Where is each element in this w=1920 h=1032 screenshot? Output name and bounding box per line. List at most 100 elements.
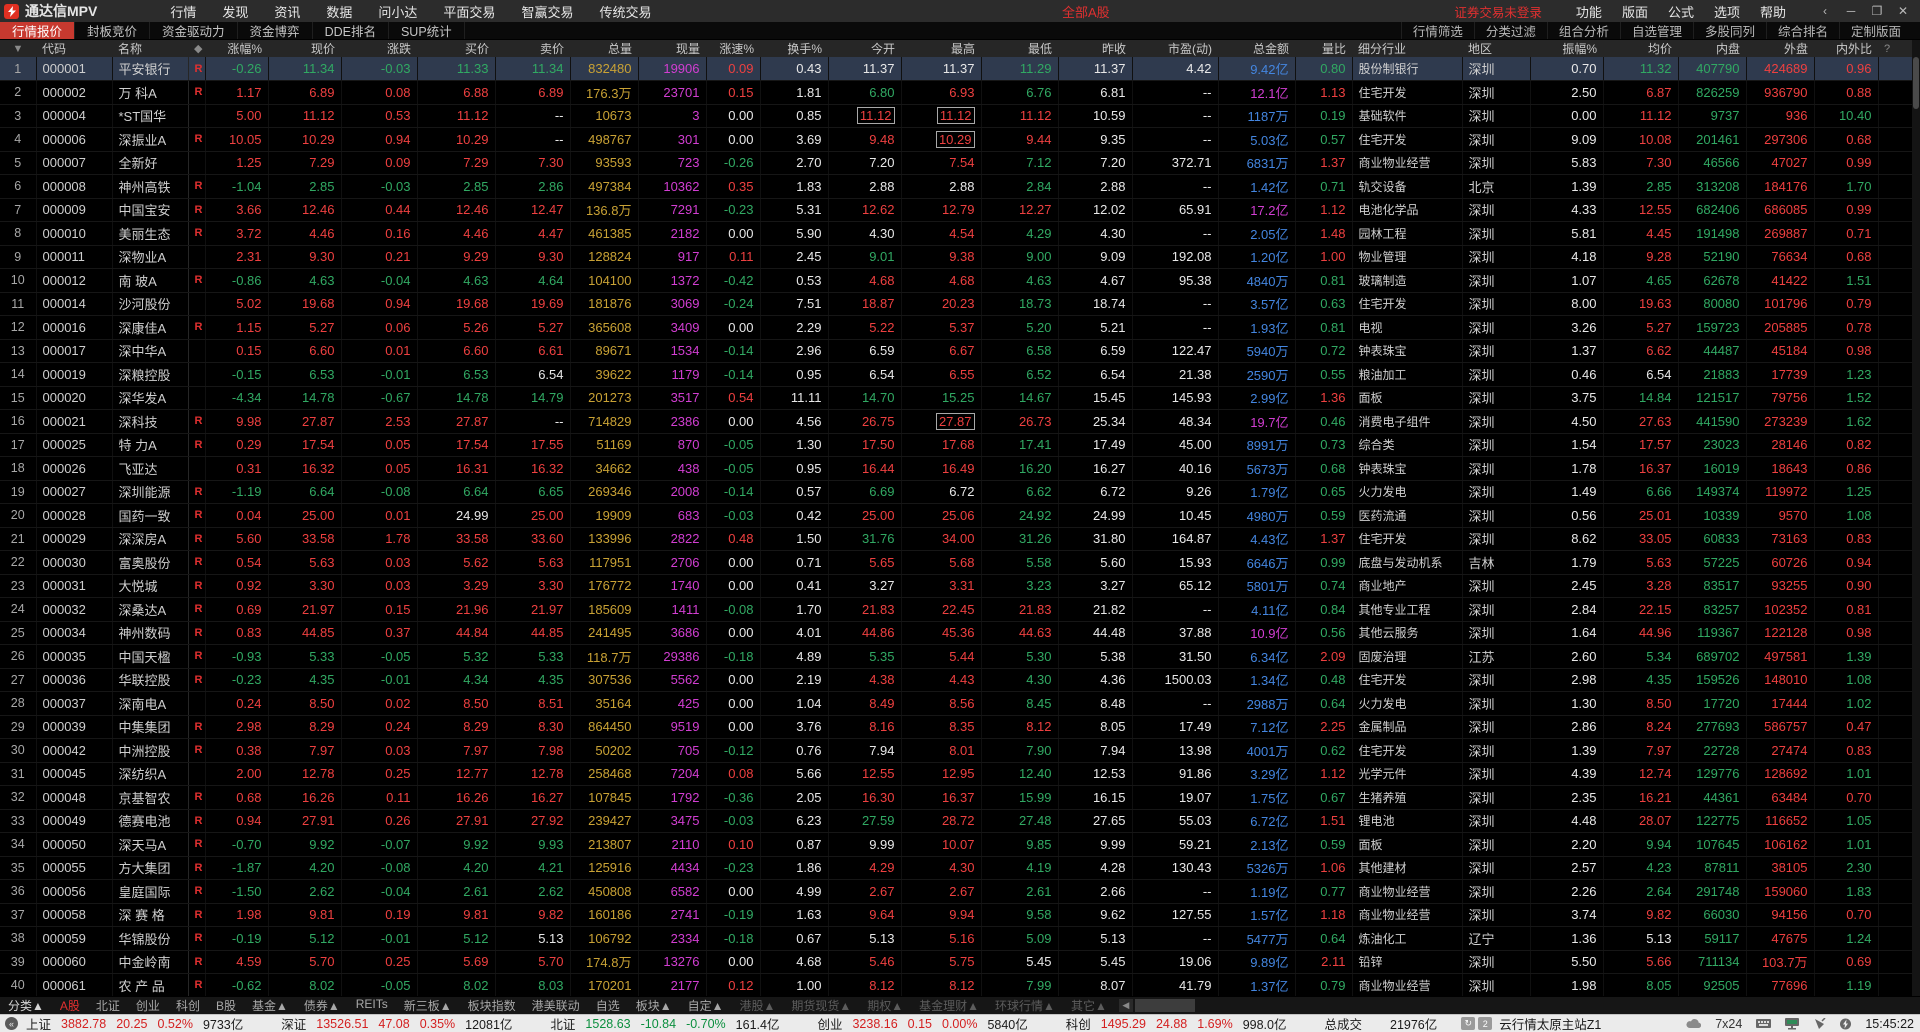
bottom-tab-6[interactable]: 基金▲ bbox=[244, 997, 296, 1014]
tab-2[interactable]: 资金驱动力 bbox=[150, 22, 238, 39]
header-volume[interactable]: 总量 bbox=[570, 40, 638, 57]
close-icon[interactable]: ✕ bbox=[1892, 4, 1914, 18]
bottom-tab-12[interactable]: 自选 bbox=[588, 997, 628, 1014]
header-filler[interactable]: ? bbox=[1878, 40, 1912, 57]
bottom-tab-8[interactable]: REITs bbox=[348, 997, 396, 1014]
table-row[interactable]: 7000009中国宝安R3.6612.460.4412.4612.47136.8… bbox=[0, 198, 1912, 222]
tool-1[interactable]: 分类过滤 bbox=[1474, 22, 1547, 39]
header-r-flag[interactable]: ◆ bbox=[188, 40, 205, 57]
header-inout-ratio[interactable]: 内外比 bbox=[1814, 40, 1878, 57]
bottom-tab-16[interactable]: 期货现货▲ bbox=[783, 997, 859, 1014]
header-ask[interactable]: 卖价 bbox=[495, 40, 570, 57]
table-row[interactable]: 37000058深 赛 格R1.989.810.199.819.82160186… bbox=[0, 903, 1912, 927]
table-row[interactable]: 15000020深华发A-4.3414.78-0.6714.7814.79201… bbox=[0, 386, 1912, 410]
bottom-tab-9[interactable]: 新三板▲ bbox=[396, 997, 460, 1014]
header-index[interactable]: ▼ bbox=[0, 40, 36, 57]
table-row[interactable]: 32000048京基智农R0.6816.260.1116.2616.271078… bbox=[0, 786, 1912, 810]
header-low[interactable]: 最低 bbox=[981, 40, 1058, 57]
table-row[interactable]: 4000006深振业AR10.0510.290.9410.29--4987673… bbox=[0, 128, 1912, 152]
bottom-tab-17[interactable]: 期权▲ bbox=[859, 997, 911, 1014]
speed-bolt-icon[interactable] bbox=[1840, 1018, 1851, 1030]
table-row[interactable]: 33000049德赛电池R0.9427.910.2627.9127.922394… bbox=[0, 809, 1912, 833]
table-row[interactable]: 8000010美丽生态R3.724.460.164.464.4746138521… bbox=[0, 222, 1912, 246]
table-row[interactable]: 19000027深圳能源R-1.196.64-0.086.646.6526934… bbox=[0, 480, 1912, 504]
table-row[interactable]: 40000061农 产 品R-0.628.02-0.058.028.031702… bbox=[0, 974, 1912, 998]
header-cur-volume[interactable]: 现量 bbox=[638, 40, 706, 57]
header-change[interactable]: 涨跌 bbox=[341, 40, 417, 57]
tab-0[interactable]: 行情报价 bbox=[0, 22, 75, 39]
bottom-tab-18[interactable]: 基金理财▲ bbox=[911, 997, 987, 1014]
table-row[interactable]: 17000025特 力AR0.2917.540.0517.5417.555116… bbox=[0, 433, 1912, 457]
table-row[interactable]: 25000034神州数码R0.8344.850.3744.8444.852414… bbox=[0, 621, 1912, 645]
header-speed[interactable]: 涨速% bbox=[706, 40, 760, 57]
menu-2[interactable]: 资讯 bbox=[261, 2, 313, 21]
index-4[interactable]: 科创1495.29 24.881.69% 998.0亿 bbox=[1066, 1014, 1287, 1032]
tab-4[interactable]: DDE排名 bbox=[313, 22, 389, 39]
monitor-icon[interactable] bbox=[1785, 1018, 1799, 1030]
tab-3[interactable]: 资金博弈 bbox=[238, 22, 313, 39]
table-row[interactable]: 29000039中集集团R2.988.290.248.298.308644509… bbox=[0, 715, 1912, 739]
bottom-tab-3[interactable]: 创业 bbox=[128, 997, 168, 1014]
bottom-tab-14[interactable]: 自定▲ bbox=[680, 997, 732, 1014]
header-prev-close[interactable]: 昨收 bbox=[1058, 40, 1132, 57]
tool-4[interactable]: 多股同列 bbox=[1693, 22, 1766, 39]
refresh-badge-icon[interactable]: ↻ bbox=[1461, 1017, 1475, 1030]
table-row[interactable]: 16000021深科技R9.9827.872.5327.87--71482923… bbox=[0, 410, 1912, 434]
table-row[interactable]: 21000029深深房AR5.6033.581.7833.5833.601339… bbox=[0, 527, 1912, 551]
tab-1[interactable]: 封板竞价 bbox=[75, 22, 150, 39]
table-row[interactable]: 3000004*ST国华5.0011.120.5311.12--1067330.… bbox=[0, 104, 1912, 128]
right-menu-3[interactable]: 选项 bbox=[1704, 2, 1750, 21]
table-row[interactable]: 31000045深纺织A2.0012.780.2512.7712.7825846… bbox=[0, 762, 1912, 786]
bottom-tab-2[interactable]: 北证 bbox=[88, 997, 128, 1014]
header-vol-ratio[interactable]: 量比 bbox=[1295, 40, 1352, 57]
tool-0[interactable]: 行情筛选 bbox=[1401, 22, 1474, 39]
table-row[interactable]: 12000016深康佳AR1.155.270.065.265.273656083… bbox=[0, 316, 1912, 340]
table-row[interactable]: 27000036华联控股R-0.234.35-0.014.344.3530753… bbox=[0, 668, 1912, 692]
vertical-scrollbar[interactable] bbox=[1912, 40, 1920, 996]
tab-5[interactable]: SUP统计 bbox=[389, 22, 465, 39]
table-row[interactable]: 14000019深粮控股-0.156.53-0.016.536.54396221… bbox=[0, 363, 1912, 387]
table-row[interactable]: 9000011深物业A2.319.300.219.299.30128824917… bbox=[0, 245, 1912, 269]
menu-4[interactable]: 问小达 bbox=[365, 2, 430, 21]
index-1[interactable]: 深证13526.51 47.080.35% 12081亿 bbox=[281, 1014, 512, 1032]
table-row[interactable]: 28000037深南电A0.248.500.028.508.5135164425… bbox=[0, 692, 1912, 716]
table-row[interactable]: 6000008神州高铁R-1.042.85-0.032.852.86497384… bbox=[0, 175, 1912, 199]
header-avg-price[interactable]: 均价 bbox=[1603, 40, 1678, 57]
right-menu-1[interactable]: 版面 bbox=[1612, 2, 1658, 21]
tool-6[interactable]: 定制版面 bbox=[1839, 22, 1912, 39]
header-outer-vol[interactable]: 外盘 bbox=[1746, 40, 1814, 57]
collapse-icon[interactable]: ‹ bbox=[1814, 4, 1836, 18]
header-name[interactable]: 名称 bbox=[112, 40, 188, 57]
table-row[interactable]: 5000007全新好1.257.290.097.297.3093593723-0… bbox=[0, 151, 1912, 175]
tabs-scrollbar[interactable] bbox=[1135, 999, 1195, 1012]
bottom-tab-19[interactable]: 环球行情▲ bbox=[987, 997, 1063, 1014]
restore-icon[interactable]: ❐ bbox=[1866, 4, 1888, 18]
header-amount[interactable]: 总金额 bbox=[1218, 40, 1295, 57]
table-row[interactable]: 38000059华锦股份R-0.195.12-0.015.125.1310679… bbox=[0, 927, 1912, 951]
bottom-tab-13[interactable]: 板块▲ bbox=[628, 997, 680, 1014]
header-high[interactable]: 最高 bbox=[901, 40, 981, 57]
index-2[interactable]: 北证1528.63 -10.84-0.70% 161.4亿 bbox=[550, 1014, 779, 1032]
table-row[interactable]: 1000001平安银行R-0.2611.34-0.0311.3311.34832… bbox=[0, 57, 1912, 81]
header-region[interactable]: 地区 bbox=[1462, 40, 1530, 57]
index-0[interactable]: 上证3882.78 20.250.52% 9733亿 bbox=[26, 1014, 243, 1032]
expand-indices-icon[interactable]: « bbox=[5, 1017, 18, 1030]
bottom-tab-15[interactable]: 港股▲ bbox=[731, 997, 783, 1014]
menu-3[interactable]: 数据 bbox=[313, 2, 365, 21]
bottom-tab-4[interactable]: 科创 bbox=[168, 997, 208, 1014]
table-row[interactable]: 11000014沙河股份5.0219.680.9419.6819.6918187… bbox=[0, 292, 1912, 316]
antenna-icon[interactable] bbox=[1813, 1018, 1826, 1030]
bottom-tab-5[interactable]: B股 bbox=[208, 997, 244, 1014]
right-menu-2[interactable]: 公式 bbox=[1658, 2, 1704, 21]
header-open[interactable]: 今开 bbox=[828, 40, 901, 57]
right-menu-4[interactable]: 帮助 bbox=[1750, 2, 1796, 21]
bottom-tab-0[interactable]: 分类▲ bbox=[0, 997, 52, 1014]
menu-0[interactable]: 行情 bbox=[157, 2, 209, 21]
header-amplitude[interactable]: 振幅% bbox=[1530, 40, 1603, 57]
bottom-tab-1[interactable]: A股 bbox=[52, 997, 88, 1014]
keyboard-icon[interactable] bbox=[1756, 1018, 1771, 1029]
table-row[interactable]: 22000030富奥股份R0.545.630.035.625.631179512… bbox=[0, 551, 1912, 575]
table-row[interactable]: 20000028国药一致R0.0425.000.0124.9925.001990… bbox=[0, 504, 1912, 528]
header-turnover[interactable]: 换手% bbox=[760, 40, 828, 57]
right-menu-0[interactable]: 功能 bbox=[1566, 2, 1612, 21]
